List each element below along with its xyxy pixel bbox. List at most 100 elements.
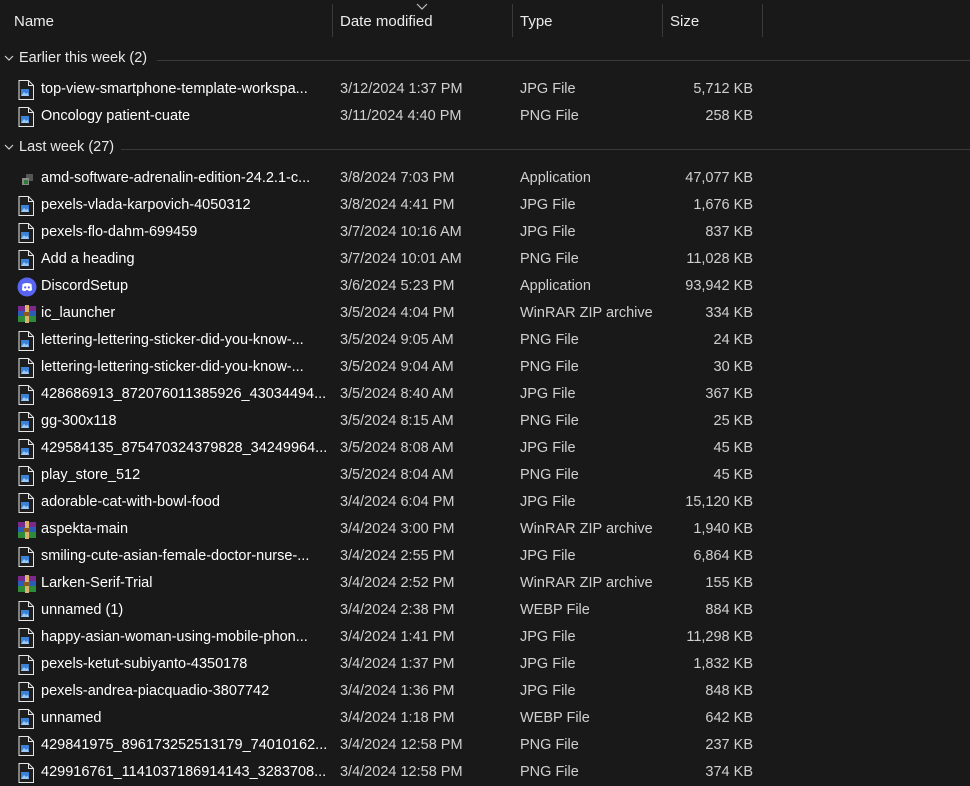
chevron-down-icon[interactable] [4, 53, 14, 63]
file-name: aspekta-main [41, 521, 129, 537]
file-size: 45 KB [713, 440, 754, 456]
file-date-modified: 3/4/2024 1:37 PM [340, 656, 455, 672]
column-header-size-label: Size [670, 13, 700, 30]
file-date-modified: 3/5/2024 8:40 AM [340, 386, 454, 402]
file-date-modified: 3/5/2024 8:04 AM [340, 467, 454, 483]
image-file-icon [17, 736, 35, 756]
image-file-icon [17, 223, 35, 243]
file-row[interactable]: pexels-andrea-piacquadio-3807742 3/4/2024… [0, 678, 970, 705]
file-size: 837 KB [705, 224, 753, 240]
file-type: WEBP File [520, 602, 590, 618]
column-header-type-label: Type [520, 13, 553, 30]
file-date-modified: 3/4/2024 6:04 PM [340, 494, 455, 510]
file-row[interactable]: smiling-cute-asian-female-doctor-nurse-.… [0, 543, 970, 570]
file-name: amd-software-adrenalin-edition-24.2.1-c.… [41, 170, 311, 186]
group-divider [121, 149, 970, 150]
file-row[interactable]: pexels-flo-dahm-699459 3/7/2024 10:16 AM J… [0, 219, 970, 246]
image-file-icon [17, 250, 35, 270]
file-name: unnamed (1) [41, 602, 124, 618]
column-header-size[interactable]: Size [662, 0, 762, 38]
file-size: 47,077 KB [685, 170, 753, 186]
file-row[interactable]: play_store_512 3/5/2024 8:04 AM PNG File 45… [0, 462, 970, 489]
file-date-modified: 3/4/2024 12:58 PM [340, 737, 463, 753]
amd-installer-icon [17, 169, 35, 189]
file-row[interactable]: Add a heading 3/7/2024 10:01 AM PNG File 11… [0, 246, 970, 273]
file-name: Larken-Serif-Trial [41, 575, 153, 591]
file-name: DiscordSetup [41, 278, 129, 294]
file-row[interactable]: pexels-vlada-karpovich-4050312 3/8/2024 4… [0, 192, 970, 219]
file-size: 1,676 KB [693, 197, 753, 213]
group-header-last-week[interactable]: Last week (27) [0, 135, 970, 161]
file-size: 30 KB [713, 359, 754, 375]
file-type: JPG File [520, 81, 576, 97]
file-date-modified: 3/5/2024 8:08 AM [340, 440, 454, 456]
file-name: play_store_512 [41, 467, 141, 483]
image-file-icon [17, 80, 35, 100]
image-file-icon [17, 412, 35, 432]
column-header: Name Date modified Type Size [0, 0, 970, 38]
file-row[interactable]: 429841975_896173252513179_74010162... 3/4… [0, 732, 970, 759]
file-row[interactable]: lettering-lettering-sticker-did-you-know… [0, 354, 970, 381]
file-size: 367 KB [705, 386, 753, 402]
file-row[interactable]: unnamed 3/4/2024 1:18 PM WEBP File 642 KB [0, 705, 970, 732]
image-file-icon [17, 601, 35, 621]
file-size: 11,298 KB [686, 629, 753, 645]
file-type: JPG File [520, 494, 576, 510]
file-name: top-view-smartphone-template-workspa... [41, 81, 308, 97]
file-size: 11,028 KB [686, 251, 753, 267]
file-name: pexels-andrea-piacquadio-3807742 [41, 683, 270, 699]
file-row[interactable]: 429584135_875470324379828_34249964... 3/5… [0, 435, 970, 462]
file-row[interactable]: Larken-Serif-Trial 3/4/2024 2:52 PM WinRAR… [0, 570, 970, 597]
file-row[interactable]: gg-300x118 3/5/2024 8:15 AM PNG File 25 KB [0, 408, 970, 435]
file-type: PNG File [520, 359, 579, 375]
group-divider [157, 60, 970, 61]
file-row[interactable]: DiscordSetup 3/6/2024 5:23 PM Application 9… [0, 273, 970, 300]
file-row[interactable]: pexels-ketut-subiyanto-4350178 3/4/2024 1… [0, 651, 970, 678]
file-row[interactable]: Oncology patient-cuate 3/11/2024 4:40 PM P… [0, 103, 970, 130]
file-row[interactable]: 428686913_872076011385926_43034494... 3/5… [0, 381, 970, 408]
column-header-date[interactable]: Date modified [332, 0, 512, 38]
column-header-type[interactable]: Type [512, 0, 662, 38]
group-title: Earlier this week (2) [19, 50, 148, 66]
file-row[interactable]: ic_launcher 3/5/2024 4:04 PM WinRAR ZIP ar… [0, 300, 970, 327]
file-date-modified: 3/4/2024 1:18 PM [340, 710, 455, 726]
file-date-modified: 3/5/2024 9:04 AM [340, 359, 454, 375]
winrar-archive-icon [17, 304, 36, 324]
file-date-modified: 3/4/2024 3:00 PM [340, 521, 455, 537]
column-header-name[interactable]: Name [6, 0, 332, 38]
file-date-modified: 3/5/2024 8:15 AM [340, 413, 454, 429]
file-name: 429916761_1141037186914143_3283708... [41, 764, 326, 780]
file-date-modified: 3/4/2024 1:41 PM [340, 629, 455, 645]
image-file-icon [17, 385, 35, 405]
chevron-down-icon[interactable] [4, 142, 14, 152]
file-name: lettering-lettering-sticker-did-you-know… [41, 332, 304, 348]
file-date-modified: 3/4/2024 2:52 PM [340, 575, 455, 591]
file-type: Application [520, 170, 591, 186]
winrar-archive-icon [17, 520, 36, 540]
file-type: PNG File [520, 737, 579, 753]
file-row[interactable]: adorable-cat-with-bowl-food 3/4/2024 6:04… [0, 489, 970, 516]
file-row[interactable]: unnamed (1) 3/4/2024 2:38 PM WEBP File 884 … [0, 597, 970, 624]
file-size: 1,832 KB [693, 656, 753, 672]
file-size: 237 KB [705, 737, 753, 753]
file-row[interactable]: top-view-smartphone-template-workspa... 3… [0, 76, 970, 103]
file-row[interactable]: amd-software-adrenalin-edition-24.2.1-c.… [0, 165, 970, 192]
file-name: happy-asian-woman-using-mobile-phon... [41, 629, 308, 645]
file-type: JPG File [520, 224, 576, 240]
file-size: 642 KB [705, 710, 753, 726]
image-file-icon [17, 107, 35, 127]
file-size: 258 KB [705, 108, 753, 124]
file-name: Add a heading [41, 251, 135, 267]
file-name: 429841975_896173252513179_74010162... [41, 737, 326, 753]
file-type: WinRAR ZIP archive [520, 575, 653, 591]
file-date-modified: 3/4/2024 1:36 PM [340, 683, 455, 699]
file-name: 429584135_875470324379828_34249964... [41, 440, 326, 456]
column-divider[interactable] [762, 4, 763, 37]
file-size: 6,864 KB [693, 548, 753, 564]
file-row[interactable]: lettering-lettering-sticker-did-you-know… [0, 327, 970, 354]
image-file-icon [17, 682, 35, 702]
file-row[interactable]: happy-asian-woman-using-mobile-phon... 3/… [0, 624, 970, 651]
group-header-earlier-this-week[interactable]: Earlier this week (2) [0, 46, 970, 72]
file-row[interactable]: aspekta-main 3/4/2024 3:00 PM WinRAR ZIP a… [0, 516, 970, 543]
file-type: JPG File [520, 440, 576, 456]
